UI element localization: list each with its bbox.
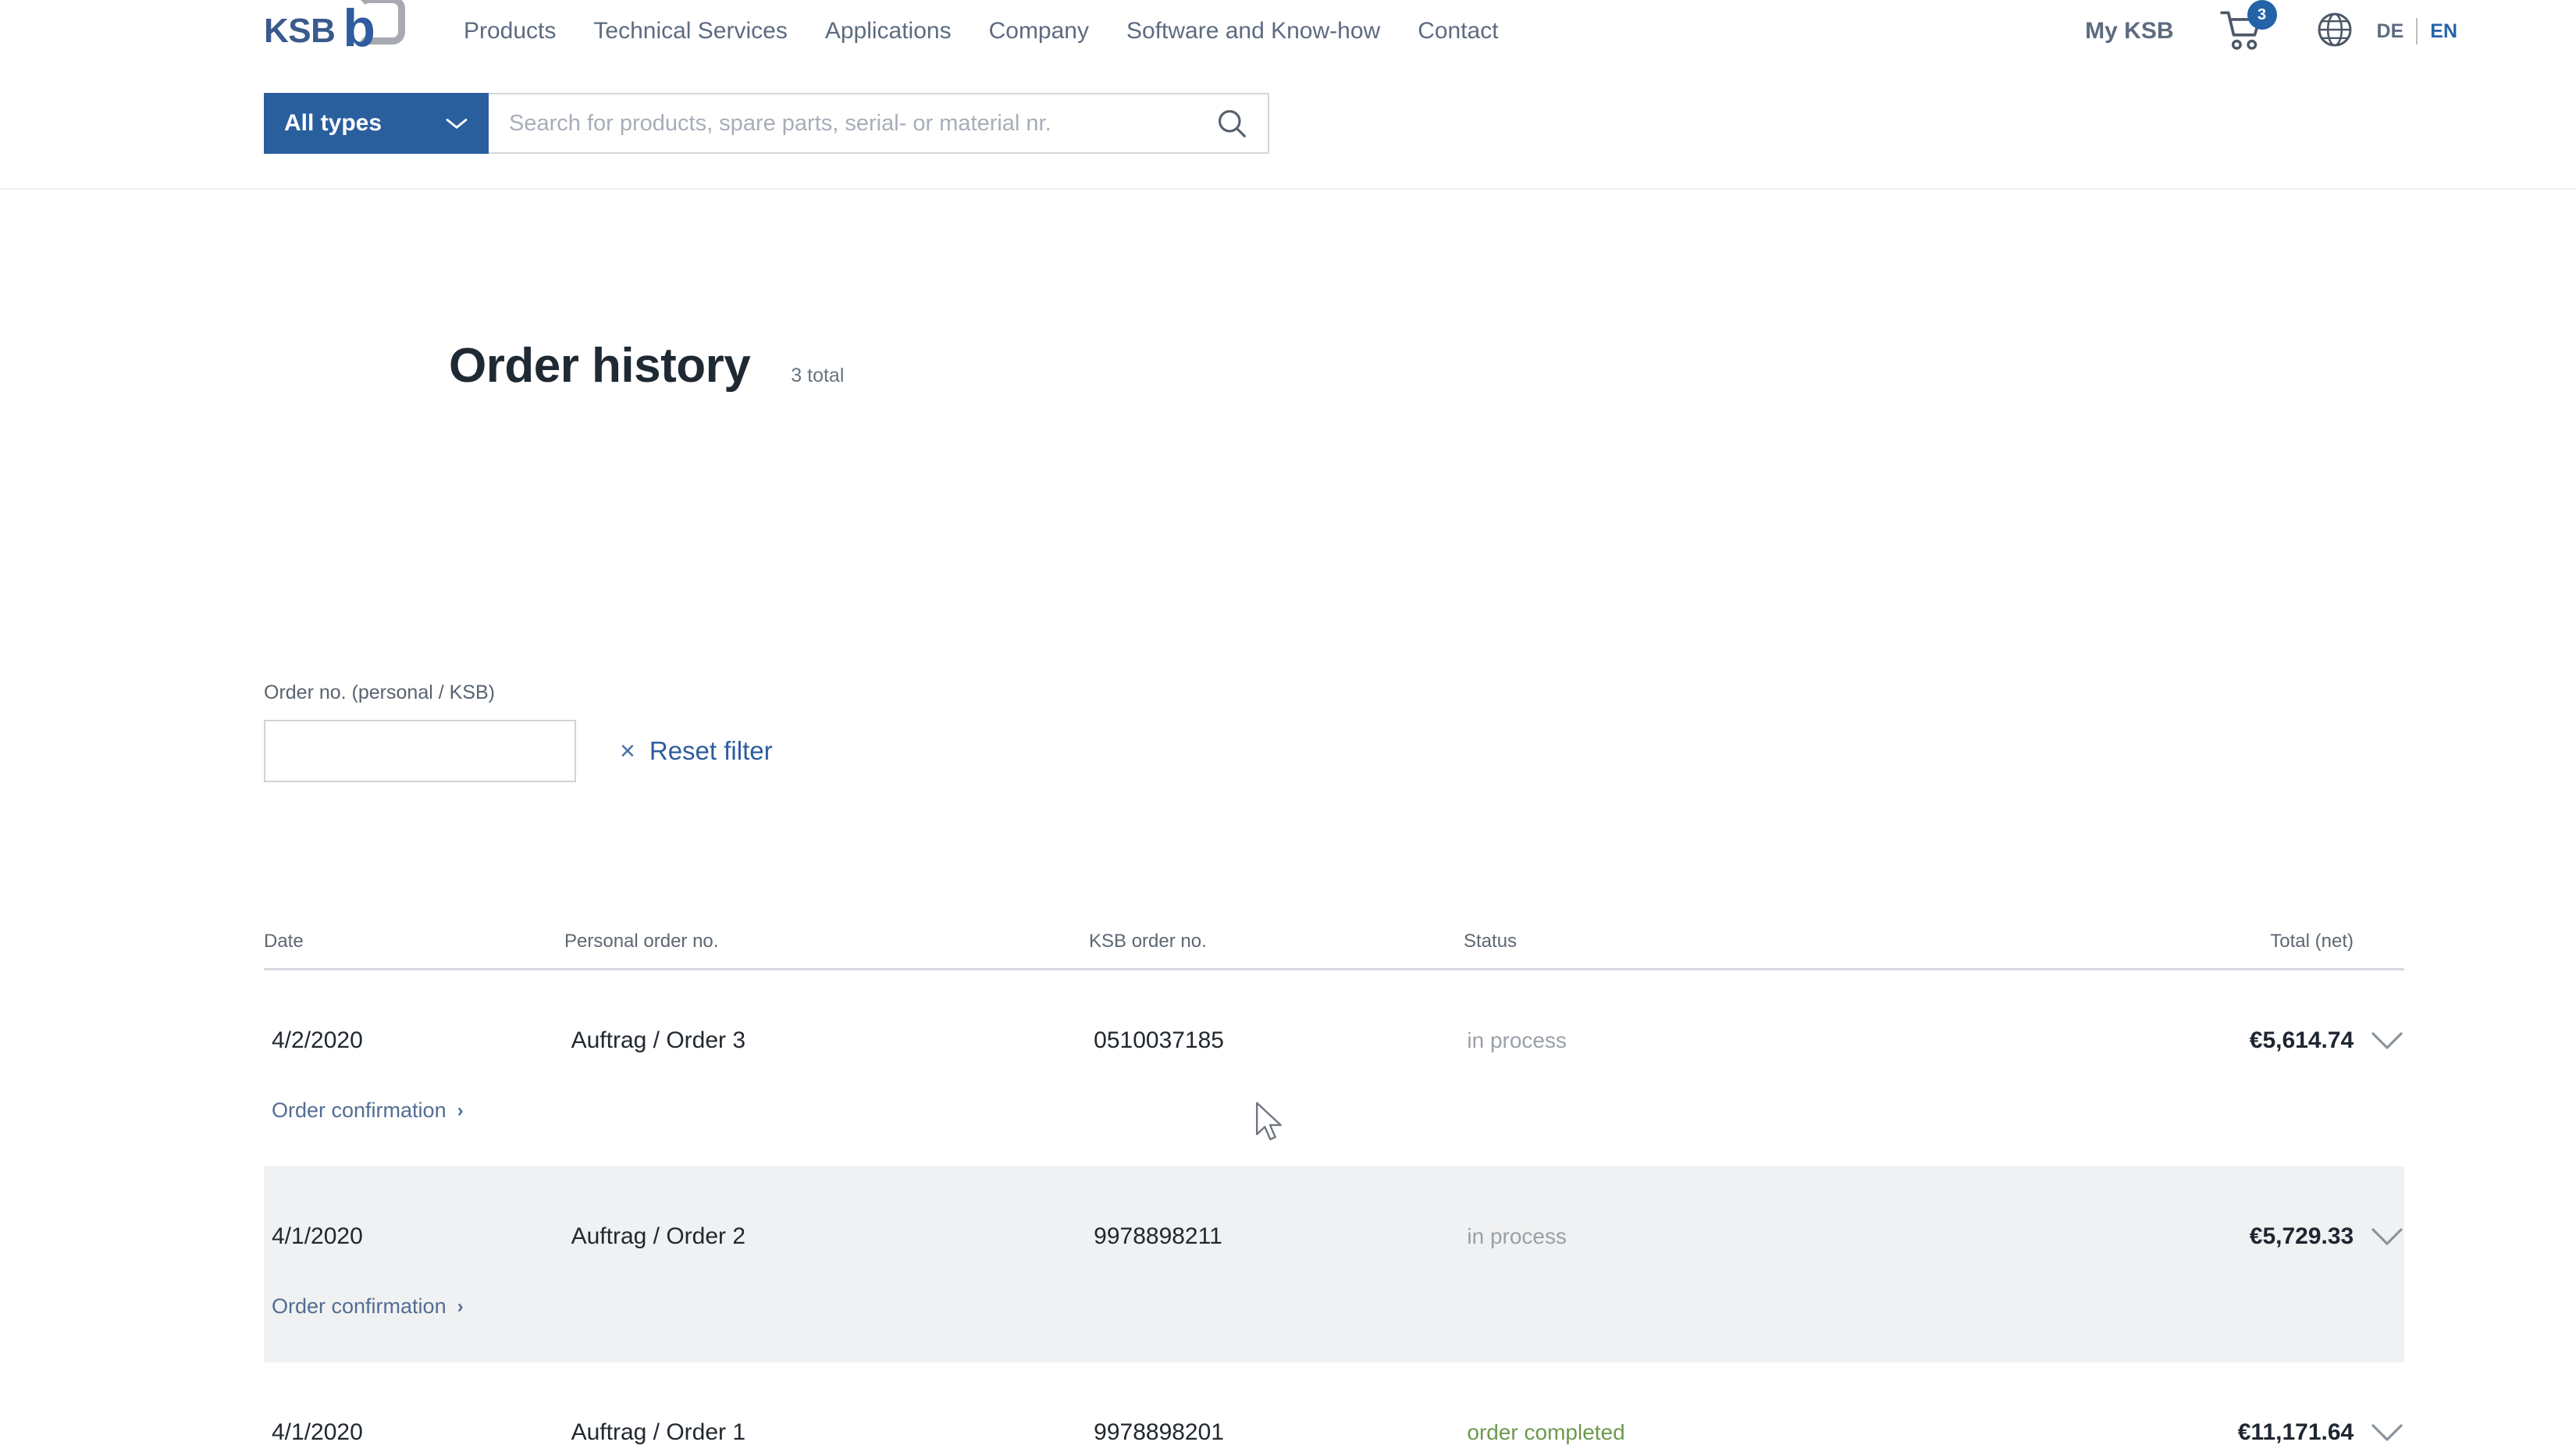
reset-filter-button[interactable]: × Reset filter: [620, 736, 773, 766]
cell-total-net: €11,171.64: [2237, 1419, 2354, 1445]
row-document-links: Order confirmation ›: [264, 1064, 2404, 1166]
page-header: Order history 3 total: [449, 338, 844, 393]
table-row: 4/1/2020 Auftrag / Order 2 9978898211 in…: [264, 1166, 2404, 1362]
header-top-bar: KSB b Products Technical Services Applic…: [0, 0, 2576, 78]
expand-row-button[interactable]: [2354, 1422, 2404, 1443]
globe-icon[interactable]: [2316, 11, 2354, 52]
logo-b-glyph: b: [343, 0, 375, 58]
order-total-count: 3 total: [791, 365, 845, 386]
nav-item-software-and-know-how[interactable]: Software and Know-how: [1108, 18, 1399, 45]
order-row-summary[interactable]: 4/2/2020 Auftrag / Order 3 0510037185 in…: [264, 1017, 2404, 1064]
order-row-summary[interactable]: 4/1/2020 Auftrag / Order 1 9978898201 or…: [264, 1409, 2404, 1449]
page-root: KSB b Products Technical Services Applic…: [0, 0, 2576, 1449]
expand-row-button[interactable]: [2354, 1031, 2404, 1051]
search-input[interactable]: [509, 110, 1216, 137]
row-document-links: Order confirmation ›: [264, 1260, 2404, 1362]
column-header-ksb-order-no: KSB order no.: [1089, 931, 1207, 952]
link-order-confirmation[interactable]: Order confirmation ›: [272, 1294, 464, 1319]
column-header-total-net: Total (net): [2270, 931, 2354, 952]
column-header-date: Date: [264, 931, 304, 952]
status-badge: in process: [1467, 1028, 1567, 1052]
cell-ksb-order-no: 9978898211: [1094, 1223, 1222, 1249]
column-header-status: Status: [1464, 931, 1517, 952]
nav-item-contact[interactable]: Contact: [1399, 18, 1517, 45]
status-badge: in process: [1467, 1224, 1567, 1248]
chevron-right-icon: ›: [457, 1099, 464, 1121]
global-search-bar: All types: [264, 93, 1269, 154]
order-row-summary[interactable]: 4/1/2020 Auftrag / Order 2 9978898211 in…: [264, 1213, 2404, 1260]
chevron-down-icon: [2371, 1424, 2403, 1441]
link-label: Order confirmation: [272, 1098, 447, 1122]
nav-item-applications[interactable]: Applications: [806, 18, 970, 45]
order-no-field-wrapper: [264, 720, 576, 782]
lang-separator: [2416, 18, 2418, 45]
cell-personal-order-no: Auftrag / Order 2: [571, 1223, 746, 1249]
link-order-confirmation[interactable]: Order confirmation ›: [272, 1098, 464, 1123]
chevron-down-icon: [2371, 1032, 2403, 1049]
table-row: 4/2/2020 Auftrag / Order 3 0510037185 in…: [264, 970, 2404, 1166]
site-header: KSB b Products Technical Services Applic…: [0, 0, 2576, 190]
lang-de-link[interactable]: DE: [2368, 20, 2414, 43]
filter-section: Order no. (personal / KSB) × Reset filte…: [264, 682, 773, 782]
lang-en-link[interactable]: EN: [2421, 20, 2467, 43]
search-type-label: All types: [284, 110, 382, 136]
order-no-input[interactable]: [281, 739, 563, 764]
cell-personal-order-no: Auftrag / Order 1: [571, 1419, 746, 1445]
filter-row: × Reset filter: [264, 720, 773, 782]
table-row: 4/1/2020 Auftrag / Order 1 9978898201 or…: [264, 1362, 2404, 1449]
order-history-table: Date Personal order no. KSB order no. St…: [264, 916, 2404, 1449]
nav-item-products[interactable]: Products: [445, 18, 575, 45]
cart-count-badge: 3: [2247, 0, 2277, 30]
ksb-logo[interactable]: KSB b: [264, 0, 420, 62]
cart-button[interactable]: 3: [2219, 0, 2277, 53]
cell-ksb-order-no: 0510037185: [1094, 1027, 1224, 1053]
search-type-select[interactable]: All types: [264, 93, 489, 154]
chevron-down-icon: [2371, 1228, 2403, 1245]
cell-personal-order-no: Auftrag / Order 3: [571, 1027, 746, 1053]
filter-label: Order no. (personal / KSB): [264, 682, 495, 703]
cell-total-net: €5,729.33: [2249, 1223, 2354, 1249]
main-navigation: Products Technical Services Applications…: [445, 0, 1517, 62]
nav-item-technical-services[interactable]: Technical Services: [575, 18, 806, 45]
cell-date: 4/2/2020: [272, 1027, 363, 1053]
cell-date: 4/1/2020: [272, 1419, 363, 1445]
search-icon[interactable]: [1216, 108, 1247, 139]
header-utility-bar: My KSB 3 DE EN: [2085, 0, 2467, 62]
cell-date: 4/1/2020: [272, 1223, 363, 1249]
logo-mark-icon: b: [341, 0, 406, 58]
cell-total-net: €5,614.74: [2249, 1027, 2354, 1053]
link-label: Order confirmation: [272, 1294, 447, 1318]
cell-ksb-order-no: 9978898201: [1094, 1419, 1224, 1445]
search-field-wrapper: [489, 93, 1269, 154]
chevron-right-icon: ›: [457, 1295, 464, 1317]
reset-filter-label: Reset filter: [649, 736, 773, 765]
nav-item-company[interactable]: Company: [970, 18, 1108, 45]
page-title: Order history: [449, 339, 751, 393]
chevron-down-icon: [446, 119, 468, 129]
close-icon: ×: [620, 736, 635, 766]
table-header-row: Date Personal order no. KSB order no. St…: [264, 916, 2404, 970]
my-ksb-link[interactable]: My KSB: [2085, 18, 2173, 45]
expand-row-button[interactable]: [2354, 1226, 2404, 1247]
column-header-personal-order-no: Personal order no.: [564, 931, 719, 952]
logo-wordmark: KSB: [264, 12, 336, 50]
status-badge: order completed: [1467, 1420, 1625, 1444]
